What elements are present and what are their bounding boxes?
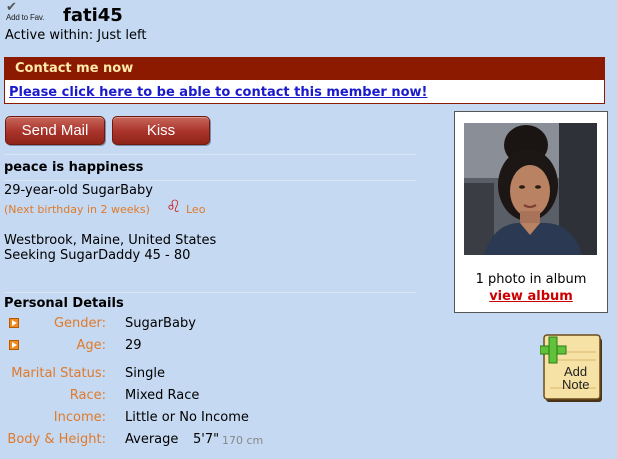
marital-status-value: Single <box>125 366 165 381</box>
contact-title: Contact me now <box>5 58 604 80</box>
height-value: 5'7" <box>193 432 220 447</box>
username: fati45 <box>63 5 123 26</box>
contact-member-link[interactable]: Please click here to be able to contact … <box>5 85 604 100</box>
add-to-favorites-button[interactable]: ✔ Add to Fav. <box>4 1 60 24</box>
race-label: Race: <box>69 388 106 403</box>
photo-box: 1 photo in album view album <box>454 111 608 313</box>
divider <box>4 154 416 155</box>
personal-details-title: Personal Details <box>4 296 124 311</box>
add-note-line2: Note <box>562 377 589 392</box>
location: Westbrook, Maine, United States <box>4 233 217 248</box>
profile-photo[interactable] <box>464 123 597 255</box>
add-to-fav-label: Add to Fav. <box>6 13 45 22</box>
active-status: Active within: Just left <box>5 28 147 43</box>
income-label: Income: <box>53 410 106 425</box>
age-line: 29-year-old SugarBaby <box>4 183 153 198</box>
income-value: Little or No Income <box>125 410 249 425</box>
body-height-label: Body & Height: <box>7 432 106 447</box>
gender-label: Gender: <box>53 316 106 331</box>
divider <box>4 180 416 181</box>
marital-status-label: Marital Status: <box>11 366 106 381</box>
add-note-button[interactable]: Add Note <box>540 332 604 404</box>
zodiac-sign: Leo <box>186 203 206 216</box>
age-value: 29 <box>125 338 142 353</box>
profile-headline: peace is happiness <box>4 160 144 175</box>
age-label: Age: <box>76 338 106 353</box>
height-cm-value: 170 cm <box>222 434 264 447</box>
divider <box>4 292 416 293</box>
leo-zodiac-icon: ♌ <box>166 197 182 217</box>
contact-box: Contact me now Please click here to be a… <box>4 57 605 104</box>
photo-count: 1 photo in album <box>475 272 587 287</box>
race-value: Mixed Race <box>125 388 200 403</box>
send-mail-button[interactable]: Send Mail <box>5 116 105 145</box>
body-type-value: Average <box>125 432 179 447</box>
gender-value: SugarBaby <box>125 316 196 331</box>
view-album-link[interactable]: view album <box>455 289 607 304</box>
seeking-line: Seeking SugarDaddy 45 - 80 <box>4 248 191 263</box>
kiss-button[interactable]: Kiss <box>112 116 210 145</box>
birthday-note: (Next birthday in 2 weeks) <box>4 203 150 216</box>
